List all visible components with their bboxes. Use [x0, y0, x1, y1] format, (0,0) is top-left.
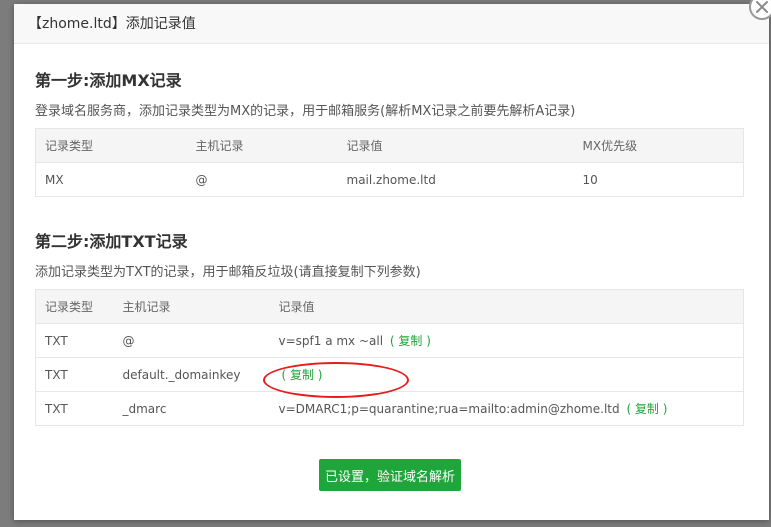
record-type: TXT	[35, 323, 114, 358]
record-value: v=spf1 a mx ~all	[278, 334, 384, 348]
host-record: @	[113, 323, 270, 358]
table-row: TXT default._domainkey ( 复制 )	[35, 357, 744, 392]
record-type: TXT	[35, 357, 114, 392]
column-header: 记录类型	[35, 289, 114, 324]
table-header-row: 记录类型 主机记录 记录值 MX优先级	[35, 128, 744, 163]
host-record: @	[186, 162, 338, 197]
txt-record-table: 记录类型 主机记录 记录值 TXT @ v=spf1 a mx ~all ( 复…	[35, 289, 744, 426]
column-header: MX优先级	[573, 128, 744, 163]
mx-priority: 10	[573, 162, 744, 197]
step2-title: 第二步:添加TXT记录	[35, 232, 188, 251]
column-header: 记录类型	[35, 128, 187, 163]
record-type: MX	[35, 162, 187, 197]
column-header: 记录值	[337, 128, 574, 163]
dialog-header: 【zhome.ltd】添加记录值	[14, 4, 769, 44]
column-header: 主机记录	[186, 128, 338, 163]
table-header-row: 记录类型 主机记录 记录值	[35, 289, 744, 324]
host-record: _dmarc	[113, 391, 270, 426]
table-row: TXT _dmarc v=DMARC1;p=quarantine;rua=mai…	[35, 391, 744, 426]
record-value-cell: ( 复制 )	[269, 357, 744, 392]
mx-record-table: 记录类型 主机记录 记录值 MX优先级 MX @ mail.zhome.ltd …	[35, 128, 744, 197]
record-type: TXT	[35, 391, 114, 426]
add-record-dialog: 【zhome.ltd】添加记录值 第一步:添加MX记录 登录域名服务商，添加记录…	[14, 0, 771, 520]
record-value-cell: v=spf1 a mx ~all ( 复制 )	[269, 323, 744, 358]
record-value-cell: v=DMARC1;p=quarantine;rua=mailto:admin@z…	[269, 391, 744, 426]
close-icon	[756, 1, 768, 13]
table-row: TXT @ v=spf1 a mx ~all ( 复制 )	[35, 323, 744, 358]
step2-description: 添加记录类型为TXT的记录，用于邮箱反垃圾(请直接复制下列参数)	[35, 265, 421, 280]
table-row: MX @ mail.zhome.ltd 10	[35, 162, 744, 197]
dialog-title: 【zhome.ltd】添加记录值	[28, 16, 196, 32]
column-header: 记录值	[269, 289, 744, 324]
step1-description: 登录域名服务商，添加记录类型为MX的记录，用于邮箱服务(解析MX记录之前要先解析…	[35, 104, 576, 119]
copy-dmarc-link[interactable]: ( 复制 )	[626, 402, 667, 416]
step1-title: 第一步:添加MX记录	[35, 71, 182, 90]
column-header: 主机记录	[113, 289, 270, 324]
verify-domain-button[interactable]: 已设置，验证域名解析	[319, 459, 461, 491]
record-value: v=DMARC1;p=quarantine;rua=mailto:admin@z…	[278, 402, 620, 416]
record-value: mail.zhome.ltd	[337, 162, 574, 197]
copy-dkim-link[interactable]: ( 复制 )	[282, 368, 323, 382]
host-record: default._domainkey	[113, 357, 270, 392]
copy-spf-link[interactable]: ( 复制 )	[390, 334, 431, 348]
